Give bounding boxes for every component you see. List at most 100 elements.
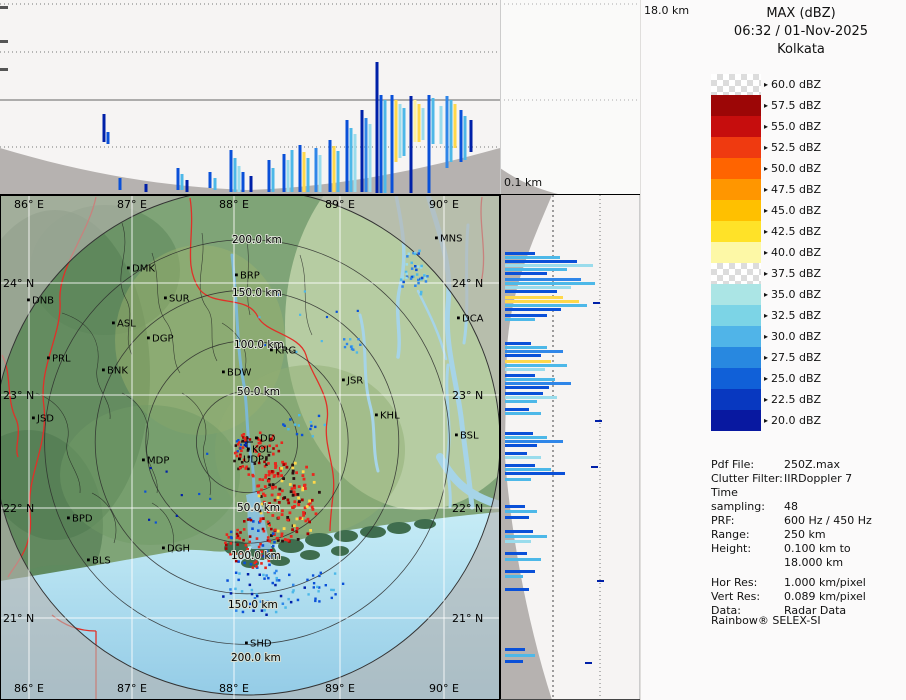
legend-entry: ▸55.0 dBZ [711,116,821,137]
legend-entry: ▸25.0 dBZ [711,368,821,389]
city-label: BDW [227,368,252,379]
legend-swatch [711,389,761,410]
legend-label: ▸27.5 dBZ [761,351,821,364]
longitude-label: 89° E [325,682,355,695]
city-marker [222,371,225,374]
info-row: PRF:600 Hz / 450 Hz [711,514,906,528]
reflectivity-legend: ▸60.0 dBZ▸57.5 dBZ▸55.0 dBZ▸52.5 dBZ▸50.… [711,74,821,431]
info-row: Clutter Filter:IIRDoppler 7 [711,472,906,486]
legend-tick-icon: ▸ [764,102,768,110]
info-label: Time sampling: [711,486,784,514]
legend-swatch [711,410,761,431]
city-marker [238,458,241,461]
legend-entry: ▸50.0 dBZ [711,158,821,179]
legend-label: ▸55.0 dBZ [761,120,821,133]
longitude-label: 89° E [325,198,355,211]
legend-entry: ▸35.0 dBZ [711,284,821,305]
legend-entry: ▸30.0 dBZ [711,326,821,347]
legend-entry: ▸40.0 dBZ [711,242,821,263]
legend-label: ▸52.5 dBZ [761,141,821,154]
longitude-label: 86° E [14,198,44,211]
legend-tick-icon: ▸ [764,249,768,257]
info-row: Height:0.100 km to [711,542,906,556]
legend-entry: ▸22.5 dBZ [711,389,821,410]
kolkata-radar-max-display: 86° E86° E87° E87° E88° E88° E89° E89° E… [0,0,906,700]
city-marker [164,297,167,300]
legend-swatch [711,137,761,158]
latitude-label: 21° N [3,612,34,625]
legend-swatch [711,74,761,95]
legend-label: ▸30.0 dBZ [761,330,821,343]
range-ring-label: 200.0 km [231,652,281,664]
city-label: JSD [36,414,54,425]
info-label: Range: [711,528,784,542]
legend-tick-icon: ▸ [764,396,768,404]
legend-entry: ▸52.5 dBZ [711,137,821,158]
range-ring-label: 200.0 km [232,234,282,246]
latitude-label: 23° N [452,389,483,402]
city-label: PRL [52,354,71,365]
city-marker [342,379,345,382]
legend-tick-icon: ▸ [764,312,768,320]
longitude-label: 90° E [429,682,459,695]
legend-tick-icon: ▸ [764,144,768,152]
city-label: DNB [32,296,54,307]
legend-tick-icon: ▸ [764,375,768,383]
info-value: 250 km [784,528,826,541]
legend-label: ▸45.0 dBZ [761,204,821,217]
range-ring-label: 100.0 km [231,550,281,562]
info-value: 600 Hz / 450 Hz [784,514,872,527]
legend-label: ▸60.0 dBZ [761,78,821,91]
info-value: 48 [784,500,798,513]
city-label: MNS [440,234,462,245]
city-marker [435,237,438,240]
legend-swatch [711,158,761,179]
city-label: DMK [132,264,155,275]
title-block: MAX (dBZ) 06:32 / 01-Nov-2025 Kolkata [696,5,906,59]
legend-swatch [711,284,761,305]
legend-label: ▸40.0 dBZ [761,246,821,259]
legend-swatch [711,263,761,284]
city-marker [247,448,250,451]
legend-swatch [711,242,761,263]
legend-entry: ▸32.5 dBZ [711,305,821,326]
range-ring-label: 50.0 km [237,502,280,514]
city-label: DCA [462,314,484,325]
latitude-label: 21° N [452,612,483,625]
latitude-label: 22° N [3,502,34,515]
delta-island [414,519,436,529]
info-value: 250Z.max [784,458,840,471]
latitude-label: 24° N [3,277,34,290]
legend-entry: ▸45.0 dBZ [711,200,821,221]
latitude-label: 22° N [452,502,483,515]
city-label: KRG [275,346,296,357]
delta-island [300,550,320,560]
height-axis-max-label: 18.0 km [644,4,689,17]
axis-tick [0,68,8,71]
city-label: KHL [380,411,400,422]
longitude-label: 88° E [219,682,249,695]
legend-swatch [711,116,761,137]
city-marker [27,299,30,302]
legend-entry: ▸47.5 dBZ [711,179,821,200]
height-axis-min-label: 0.1 km [504,176,542,189]
info-row: Vert Res:0.089 km/pixel [711,590,906,604]
city-label: BLS [92,556,111,567]
legend-entry: ▸42.5 dBZ [711,221,821,242]
city-marker [127,267,130,270]
city-marker [255,437,258,440]
info-label: Pdf File: [711,458,784,472]
city-marker [245,642,248,645]
legend-swatch [711,200,761,221]
legend-label: ▸22.5 dBZ [761,393,821,406]
info-row: Time sampling:48 [711,486,906,514]
info-row: Hor Res:1.000 km/pixel [711,576,906,590]
info-panel: 18.0 km MAX (dBZ) 06:32 / 01-Nov-2025 Ko… [640,0,906,700]
legend-swatch [711,179,761,200]
legend-tick-icon: ▸ [764,291,768,299]
vertical-projection-top-panel [0,0,500,195]
legend-entry: ▸37.5 dBZ [711,263,821,284]
latitude-label: 23° N [3,389,34,402]
city-marker [142,459,145,462]
city-marker [112,322,115,325]
